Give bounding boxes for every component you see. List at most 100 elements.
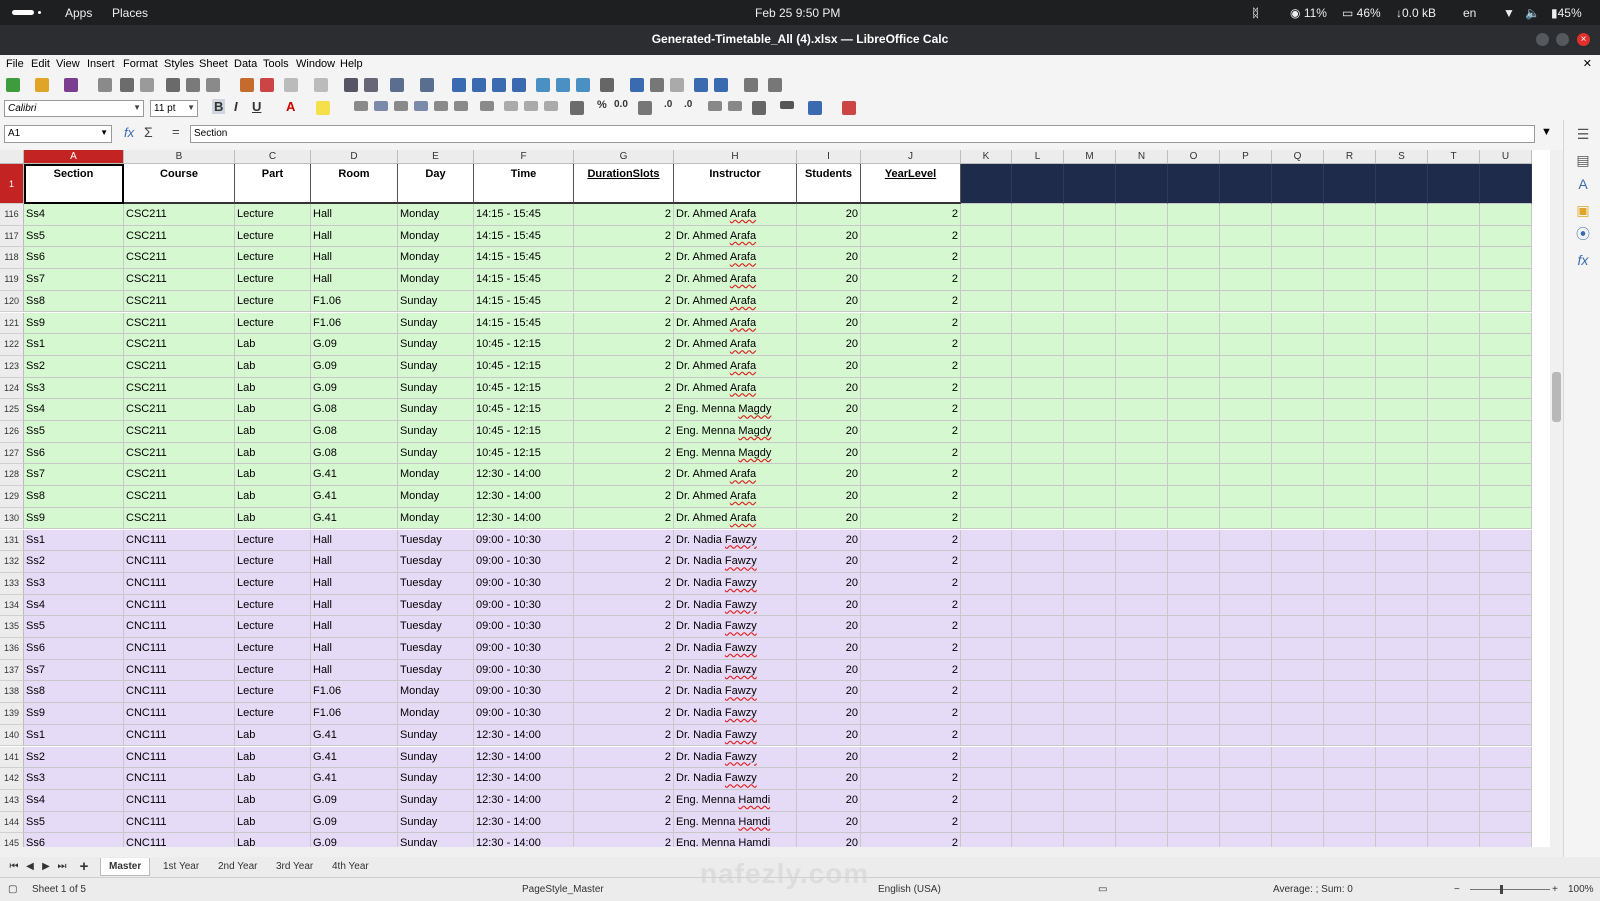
cell-room[interactable]: G.09: [311, 833, 398, 847]
column-header-i[interactable]: I: [797, 150, 861, 164]
header-cell-day[interactable]: Day: [398, 164, 474, 204]
empty-cell[interactable]: [1168, 247, 1220, 270]
cell-day[interactable]: Monday: [398, 225, 474, 248]
empty-cell[interactable]: [1116, 312, 1168, 335]
redo-icon[interactable]: [314, 78, 328, 92]
cell-duration-slots[interactable]: 2: [574, 442, 674, 465]
row-header[interactable]: 134: [0, 594, 24, 617]
empty-cell[interactable]: [1116, 290, 1168, 313]
cell-room[interactable]: G.08: [311, 399, 398, 421]
empty-cell[interactable]: [1480, 225, 1532, 248]
column-header-a[interactable]: A: [24, 150, 124, 164]
cell-year-level[interactable]: 2: [861, 768, 961, 790]
cell-year-level[interactable]: 2: [861, 377, 961, 400]
clone-formatting-icon[interactable]: [240, 78, 254, 92]
empty-cell[interactable]: [1064, 399, 1116, 421]
empty-cell[interactable]: [1272, 225, 1324, 248]
select-all-corner[interactable]: [0, 150, 24, 164]
cell-duration-slots[interactable]: 2: [574, 312, 674, 335]
undo-icon[interactable]: [284, 78, 298, 92]
empty-cell[interactable]: [1376, 464, 1428, 487]
empty-cell[interactable]: [961, 507, 1012, 530]
cell-year-level[interactable]: 2: [861, 638, 961, 660]
cell-day[interactable]: Sunday: [398, 421, 474, 443]
cell-day[interactable]: Tuesday: [398, 551, 474, 573]
empty-cell[interactable]: [1220, 594, 1272, 617]
bold-icon[interactable]: B: [212, 99, 226, 114]
cell-instructor[interactable]: Eng. Menna Hamdi: [674, 811, 797, 834]
empty-cell[interactable]: [1012, 421, 1064, 443]
empty-cell[interactable]: [1324, 421, 1376, 443]
menu-edit[interactable]: Edit: [31, 58, 50, 70]
empty-cell[interactable]: [961, 421, 1012, 443]
font-color-icon[interactable]: A: [286, 99, 295, 114]
cell-part[interactable]: Lab: [235, 507, 311, 530]
cell-time[interactable]: 12:30 - 14:00: [474, 789, 574, 812]
empty-cell[interactable]: [1064, 703, 1116, 725]
empty-cell[interactable]: [1376, 269, 1428, 291]
highlight-color-icon[interactable]: [316, 101, 330, 115]
cell-room[interactable]: G.09: [311, 355, 398, 378]
cell-students[interactable]: 20: [797, 290, 861, 313]
empty-cell[interactable]: [1012, 247, 1064, 270]
menu-window[interactable]: Window: [296, 58, 335, 70]
cell-part[interactable]: Lab: [235, 768, 311, 790]
cell-students[interactable]: 20: [797, 616, 861, 638]
empty-cell[interactable]: [1168, 377, 1220, 400]
cell-year-level[interactable]: 2: [861, 681, 961, 704]
freeze-rows-columns-icon[interactable]: [714, 78, 728, 92]
empty-cell[interactable]: [1324, 269, 1376, 291]
empty-cell[interactable]: [1064, 377, 1116, 400]
cell-year-level[interactable]: 2: [861, 334, 961, 356]
cell-students[interactable]: 20: [797, 529, 861, 552]
empty-cell[interactable]: [1116, 204, 1168, 226]
cell-section[interactable]: Ss9: [24, 703, 124, 725]
empty-cell[interactable]: [1064, 551, 1116, 573]
empty-cell[interactable]: [961, 746, 1012, 769]
function-wizard-icon[interactable]: fx: [124, 125, 134, 140]
empty-cell[interactable]: [1376, 312, 1428, 335]
empty-cell[interactable]: [1428, 833, 1480, 847]
empty-cell[interactable]: [1428, 811, 1480, 834]
empty-cell[interactable]: [1272, 746, 1324, 769]
cell-time[interactable]: 09:00 - 10:30: [474, 703, 574, 725]
empty-cell[interactable]: [1116, 616, 1168, 638]
cell-instructor[interactable]: Dr. Nadia Fawzy: [674, 551, 797, 573]
cell-students[interactable]: 20: [797, 355, 861, 378]
empty-cell[interactable]: [1324, 746, 1376, 769]
empty-header-cell[interactable]: [1220, 164, 1272, 204]
empty-cell[interactable]: [1376, 247, 1428, 270]
row-header[interactable]: 140: [0, 724, 24, 747]
empty-cell[interactable]: [1220, 421, 1272, 443]
empty-cell[interactable]: [1324, 225, 1376, 248]
column-header-m[interactable]: M: [1064, 150, 1116, 164]
row-header[interactable]: 136: [0, 638, 24, 660]
empty-cell[interactable]: [1012, 724, 1064, 747]
cell-students[interactable]: 20: [797, 768, 861, 790]
empty-cell[interactable]: [1428, 638, 1480, 660]
empty-cell[interactable]: [1324, 616, 1376, 638]
page-icon[interactable]: ▤: [1575, 152, 1591, 168]
decrease-indent-icon[interactable]: [728, 101, 742, 111]
empty-cell[interactable]: [961, 399, 1012, 421]
menu-styles[interactable]: Styles: [164, 58, 194, 70]
empty-cell[interactable]: [1220, 616, 1272, 638]
cell-day[interactable]: Monday: [398, 464, 474, 487]
wrap-text-icon[interactable]: [480, 101, 494, 111]
header-cell-part[interactable]: Part: [235, 164, 311, 204]
menu-tools[interactable]: Tools: [263, 58, 289, 70]
cell-room[interactable]: Hall: [311, 529, 398, 552]
empty-cell[interactable]: [1324, 464, 1376, 487]
empty-cell[interactable]: [1480, 529, 1532, 552]
cell-section[interactable]: Ss5: [24, 225, 124, 248]
cell-section[interactable]: Ss8: [24, 486, 124, 508]
cell-part[interactable]: Lecture: [235, 594, 311, 617]
empty-cell[interactable]: [1220, 355, 1272, 378]
empty-cell[interactable]: [1220, 681, 1272, 704]
empty-cell[interactable]: [1272, 724, 1324, 747]
row-header[interactable]: 128: [0, 464, 24, 487]
align-right-icon[interactable]: [394, 101, 408, 111]
row-header[interactable]: 122: [0, 334, 24, 356]
empty-cell[interactable]: [1272, 442, 1324, 465]
cell-students[interactable]: 20: [797, 486, 861, 508]
